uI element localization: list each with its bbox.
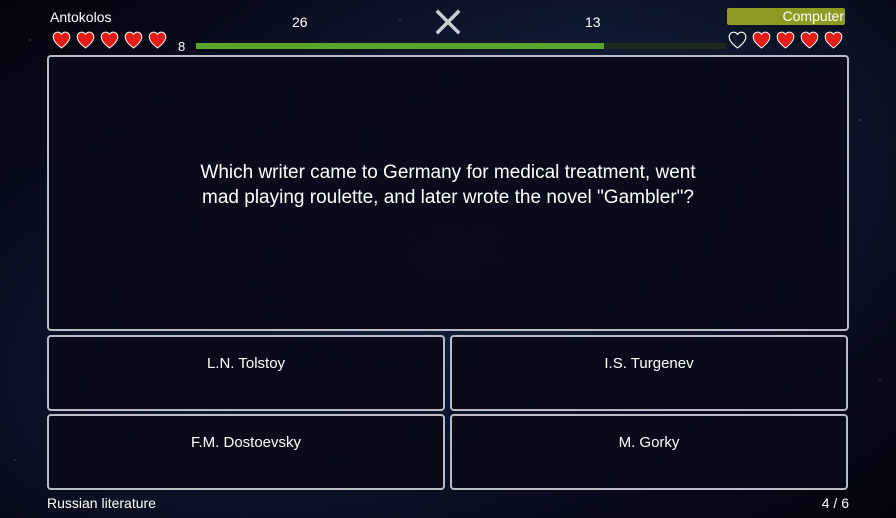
progress-bar bbox=[196, 43, 726, 49]
player-name-right: Computer bbox=[727, 8, 845, 25]
heart-icon bbox=[799, 30, 820, 50]
answer-button-4[interactable]: M. Gorky bbox=[450, 414, 848, 490]
heart-icon bbox=[75, 30, 96, 50]
heart-icon bbox=[51, 30, 72, 50]
progress-fill bbox=[196, 43, 605, 49]
lives-left bbox=[51, 30, 168, 50]
question-text: Which writer came to Germany for medical… bbox=[200, 162, 696, 208]
answer-button-3[interactable]: F.M. Dostoevsky bbox=[47, 414, 445, 490]
answer-button-2[interactable]: I.S. Turgenev bbox=[450, 335, 848, 411]
heart-icon bbox=[775, 30, 796, 50]
heart-icon bbox=[99, 30, 120, 50]
category-label: Russian literature bbox=[47, 495, 156, 511]
heart-icon bbox=[123, 30, 144, 50]
heart-icon bbox=[823, 30, 844, 50]
question-counter: 4 / 6 bbox=[821, 495, 849, 511]
question-card: Which writer came to Germany for medical… bbox=[47, 55, 849, 331]
empty-heart-icon bbox=[727, 30, 748, 50]
streak-count-left: 8 bbox=[178, 39, 186, 54]
score-right: 13 bbox=[585, 14, 601, 30]
heart-icon bbox=[751, 30, 772, 50]
answer-button-1[interactable]: L.N. Tolstoy bbox=[47, 335, 445, 411]
heart-icon bbox=[147, 30, 168, 50]
player-name-left: Antokolos bbox=[50, 9, 112, 25]
lives-right bbox=[727, 30, 844, 50]
close-icon[interactable] bbox=[434, 8, 462, 36]
score-left: 26 bbox=[292, 14, 308, 30]
